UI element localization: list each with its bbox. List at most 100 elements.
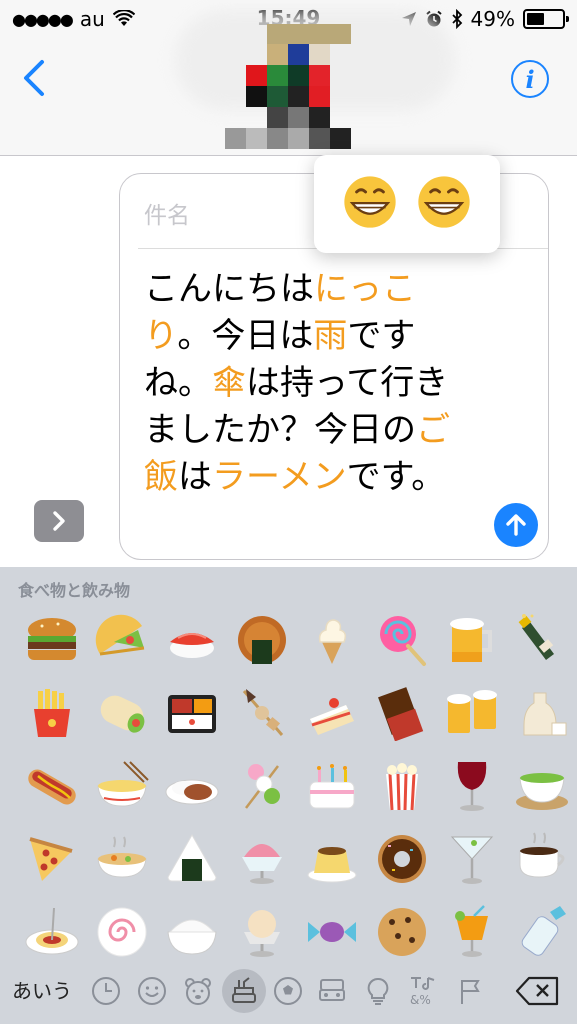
- ice-cream-icon: [244, 909, 280, 957]
- beer-mug-icon: [450, 617, 492, 662]
- emoji-suggestion[interactable]: [341, 173, 399, 235]
- oden-key[interactable]: [227, 676, 297, 749]
- message-text: 。今日は: [177, 316, 314, 356]
- doughnut-icon: [378, 834, 426, 883]
- cooked-rice-key[interactable]: [157, 895, 227, 968]
- info-button[interactable]: i: [511, 60, 549, 98]
- birthday-cake-key[interactable]: [297, 749, 367, 822]
- bluetooth-icon: [451, 9, 462, 29]
- bulb-icon: [367, 977, 389, 1005]
- keyboard-bottom-bar: あいう &%: [0, 963, 577, 1024]
- bento-box-icon: [168, 694, 216, 733]
- emoji-replaceable-word[interactable]: 雨: [313, 316, 347, 356]
- emoji-suggestion-popup: [314, 155, 500, 253]
- ramen-key[interactable]: [87, 749, 157, 822]
- pizza-key[interactable]: [17, 822, 87, 895]
- emoji-replaceable-word[interactable]: ラーメン: [212, 457, 347, 497]
- flag-icon: [461, 980, 480, 1004]
- fish-cake-key[interactable]: [87, 895, 157, 968]
- backspace-icon: [515, 976, 559, 1006]
- champagne-key[interactable]: [507, 603, 577, 676]
- soft-ice-cream-key[interactable]: [297, 603, 367, 676]
- emoji-grid: [17, 603, 577, 968]
- curry-rice-key[interactable]: [157, 749, 227, 822]
- dango-key[interactable]: [227, 749, 297, 822]
- custard-key[interactable]: [297, 822, 367, 895]
- chevron-right-icon: [53, 511, 65, 531]
- rice-cracker-key[interactable]: [227, 603, 297, 676]
- symbols-icon: &%: [410, 977, 435, 1007]
- sushi-icon: [170, 632, 214, 658]
- send-button[interactable]: [494, 503, 538, 547]
- matcha-key[interactable]: [507, 749, 577, 822]
- birthday-cake-icon: [309, 763, 355, 808]
- cocktail-icon: [450, 836, 494, 884]
- grinning-face-emoji-icon: [344, 176, 396, 228]
- lollipop-icon: [380, 615, 426, 666]
- champagne-icon: [518, 613, 554, 660]
- coffee-icon: [519, 832, 565, 878]
- french-fries-key[interactable]: [17, 676, 87, 749]
- shortcake-key[interactable]: [297, 676, 367, 749]
- activity-tab[interactable]: [272, 975, 304, 1007]
- travel-tab[interactable]: [316, 975, 348, 1007]
- rice-ball-icon: [167, 833, 217, 881]
- coffee-key[interactable]: [507, 822, 577, 895]
- chevron-left-icon: [24, 60, 44, 96]
- message-text: です。: [346, 457, 446, 497]
- message-body[interactable]: こんにちはにっこり。今日は雨ですね。傘は持って行きましたか？今日のご飯はラーメン…: [144, 266, 464, 501]
- wine-glass-key[interactable]: [437, 749, 507, 822]
- rice-cracker-icon: [238, 615, 286, 664]
- shaved-ice-icon: [242, 843, 282, 884]
- back-button[interactable]: [20, 58, 50, 98]
- baby-bottle-key[interactable]: [507, 895, 577, 968]
- ice-cream-key[interactable]: [227, 895, 297, 968]
- hot-dog-key[interactable]: [17, 749, 87, 822]
- tropical-drink-icon: [455, 904, 488, 957]
- emoji-suggestion[interactable]: [415, 173, 473, 235]
- rice-ball-key[interactable]: [157, 822, 227, 895]
- shaved-ice-key[interactable]: [227, 822, 297, 895]
- smileys-tab[interactable]: [136, 975, 168, 1007]
- symbols-tab[interactable]: &%: [408, 975, 440, 1007]
- taco-icon: [95, 614, 145, 655]
- food-tab[interactable]: [222, 969, 266, 1013]
- burrito-key[interactable]: [87, 676, 157, 749]
- lollipop-key[interactable]: [367, 603, 437, 676]
- oden-icon: [242, 688, 284, 736]
- flags-tab[interactable]: [454, 975, 486, 1007]
- contact-avatar[interactable]: [225, 24, 351, 156]
- sushi-key[interactable]: [157, 603, 227, 676]
- delete-button[interactable]: [515, 975, 561, 1007]
- bento-box-key[interactable]: [157, 676, 227, 749]
- objects-tab[interactable]: [362, 975, 394, 1007]
- clinking-beers-key[interactable]: [437, 676, 507, 749]
- emoji-replaceable-word[interactable]: 傘: [212, 363, 246, 403]
- subject-input[interactable]: 件名: [144, 196, 190, 230]
- chocolate-bar-key[interactable]: [367, 676, 437, 749]
- cookie-key[interactable]: [367, 895, 437, 968]
- stew-key[interactable]: [87, 822, 157, 895]
- wine-glass-icon: [457, 761, 487, 811]
- message-text: は: [178, 457, 212, 497]
- candy-key[interactable]: [297, 895, 367, 968]
- sake-key[interactable]: [507, 676, 577, 749]
- stew-icon: [97, 836, 147, 878]
- kana-keyboard-button[interactable]: あいう: [12, 975, 72, 1004]
- beer-mug-key[interactable]: [437, 603, 507, 676]
- expand-apps-button[interactable]: [34, 500, 84, 542]
- doughnut-key[interactable]: [367, 822, 437, 895]
- animals-tab[interactable]: [182, 975, 214, 1007]
- hamburger-key[interactable]: [17, 603, 87, 676]
- shortcake-icon: [310, 697, 354, 735]
- message-text: こんにちは: [144, 269, 314, 309]
- nav-bar: i: [0, 10, 577, 156]
- tropical-drink-key[interactable]: [437, 895, 507, 968]
- recent-tab[interactable]: [90, 975, 122, 1007]
- spaghetti-key[interactable]: [17, 895, 87, 968]
- cocktail-key[interactable]: [437, 822, 507, 895]
- taco-key[interactable]: [87, 603, 157, 676]
- hamburger-icon: [28, 617, 76, 660]
- popcorn-key[interactable]: [367, 749, 437, 822]
- battery-cap: [566, 16, 569, 22]
